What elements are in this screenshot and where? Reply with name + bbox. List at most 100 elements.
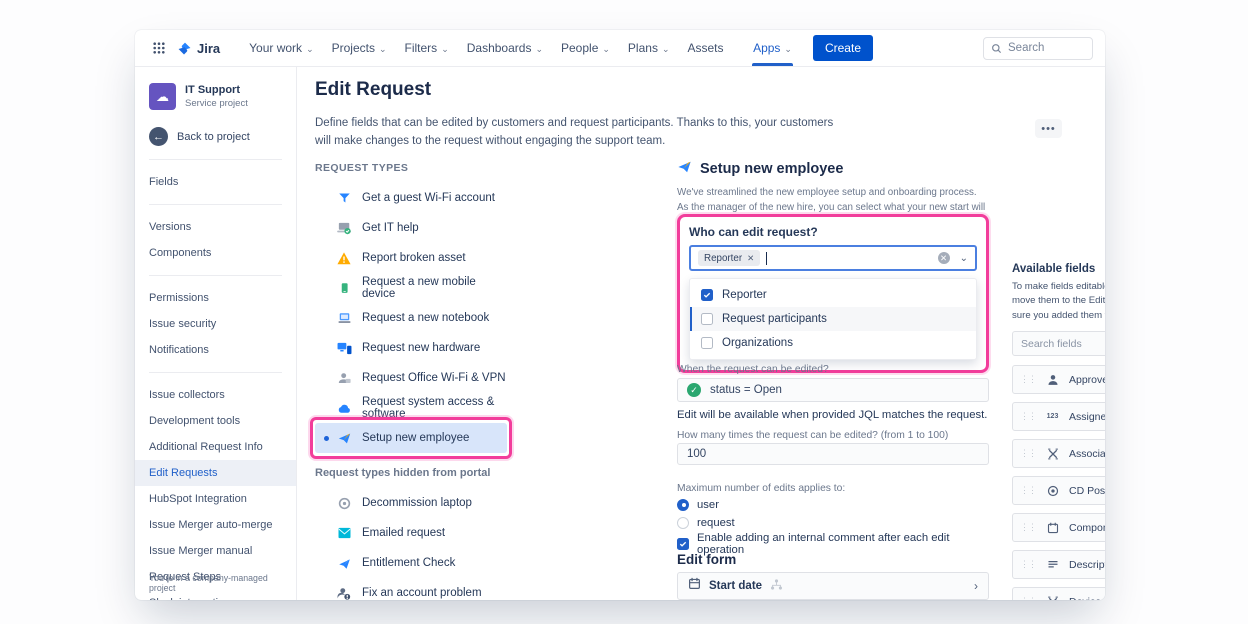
available-field-card[interactable]: ⋮⋮ Associated Laptops: [1012, 439, 1105, 468]
sidebar-item-label: Versions: [149, 221, 191, 233]
available-fields-list: ⋮⋮ Approvers ⋮⋮ 123 Assignee ⋮⋮ Associat…: [1012, 365, 1105, 600]
checkbox-icon[interactable]: [677, 538, 689, 550]
sidebar-item[interactable]: Issue collectors: [135, 382, 296, 408]
request-type-item[interactable]: Report broken asset: [315, 243, 507, 273]
request-type-item[interactable]: Entitlement Check: [315, 548, 507, 578]
sidebar-item[interactable]: [149, 204, 282, 205]
nav-menu-item[interactable]: Apps ⌄: [744, 30, 801, 66]
request-type-item[interactable]: Fix an account problem: [315, 578, 507, 600]
nav-menu-item[interactable]: Assets ⌄: [679, 30, 745, 66]
sidebar-item[interactable]: Issue security: [135, 311, 296, 337]
nav-menu-item[interactable]: Projects ⌄: [323, 30, 396, 66]
app-switcher-icon[interactable]: [153, 42, 165, 54]
sidebar-item[interactable]: [149, 159, 282, 160]
available-field-card[interactable]: ⋮⋮ Components: [1012, 513, 1105, 542]
request-type-item[interactable]: Request a new mobile device: [315, 273, 507, 303]
chevron-down-icon[interactable]: ⌄: [960, 253, 968, 264]
who-can-edit-dropdown: Reporter Request participants Organizati…: [689, 278, 977, 360]
radio-icon[interactable]: [677, 517, 689, 529]
request-type-item[interactable]: Emailed request: [315, 518, 507, 548]
nav-menu-item[interactable]: Filters ⌄: [396, 30, 458, 66]
search-input[interactable]: [1008, 42, 1072, 54]
field-name: Assignee: [1069, 411, 1105, 423]
global-search[interactable]: [983, 37, 1093, 60]
sidebar-item[interactable]: Notifications: [135, 337, 296, 363]
drag-handle-icon[interactable]: ⋮⋮: [1020, 448, 1036, 459]
drag-handle-icon[interactable]: ⋮⋮: [1020, 374, 1036, 385]
edit-form-rows: Start date ›: [677, 572, 989, 600]
sidebar-item[interactable]: Components: [135, 240, 296, 266]
selected-value-chip: Reporter ✕: [698, 250, 760, 266]
sidebar-item[interactable]: [149, 372, 282, 373]
more-actions-button[interactable]: •••: [1035, 119, 1062, 138]
request-type-item[interactable]: Request system access & software: [315, 393, 507, 423]
sidebar-item[interactable]: Fields: [135, 169, 296, 195]
field-type-icon: [1045, 596, 1060, 600]
dropdown-option[interactable]: Request participants: [690, 307, 976, 331]
nav-menu-item[interactable]: People ⌄: [552, 30, 619, 66]
dropdown-option[interactable]: Organizations: [690, 331, 976, 355]
jql-input[interactable]: ✓ status = Open: [677, 378, 989, 402]
option-checkbox[interactable]: [701, 337, 713, 349]
request-type-label: Emailed request: [362, 527, 445, 539]
times-input[interactable]: 100: [677, 443, 989, 465]
radio-icon[interactable]: [677, 499, 689, 511]
radio-option[interactable]: request: [677, 515, 989, 530]
sidebar-item[interactable]: Permissions: [135, 285, 296, 311]
available-field-card[interactable]: ⋮⋮ Approvers: [1012, 365, 1105, 394]
nav-menu-item[interactable]: Plans ⌄: [619, 30, 679, 66]
create-button[interactable]: Create: [813, 35, 873, 61]
available-field-card[interactable]: ⋮⋮ 123 Assignee: [1012, 402, 1105, 431]
project-header[interactable]: ☁ IT Support Service project: [135, 83, 296, 110]
who-can-edit-multiselect[interactable]: Reporter ✕ ✕ ⌄: [689, 245, 977, 271]
available-field-card[interactable]: ⋮⋮ Description: [1012, 550, 1105, 579]
field-name: Approvers: [1069, 374, 1105, 386]
available-field-card[interactable]: ⋮⋮ Device: [1012, 587, 1105, 600]
dropdown-option-label: Reporter: [722, 289, 767, 301]
nav-menu-item-label: Assets: [688, 41, 724, 55]
sidebar-item[interactable]: Edit Requests: [135, 460, 296, 486]
available-field-card[interactable]: ⋮⋮ CD Position: [1012, 476, 1105, 505]
drag-handle-icon[interactable]: ⋮⋮: [1020, 522, 1036, 533]
request-type-item[interactable]: Request a new notebook: [315, 303, 507, 333]
sidebar-item[interactable]: Issue Merger manual: [135, 538, 296, 564]
drag-handle-icon[interactable]: ⋮⋮: [1020, 559, 1036, 570]
sidebar-item[interactable]: Development tools: [135, 408, 296, 434]
chevron-down-icon: ⌄: [662, 44, 670, 55]
clear-icon[interactable]: ✕: [938, 252, 950, 264]
nav-menu-item[interactable]: Your work ⌄: [240, 30, 322, 66]
dropdown-option[interactable]: Reporter: [690, 283, 976, 307]
sidebar-item[interactable]: [149, 275, 282, 276]
page-description: Define fields that can be edited by cust…: [315, 115, 835, 151]
request-type-item[interactable]: Request Office Wi-Fi & VPN: [315, 363, 507, 393]
nav-menu-item[interactable]: Dashboards ⌄: [458, 30, 552, 66]
radio-option[interactable]: user: [677, 497, 989, 512]
option-checkbox[interactable]: [701, 289, 713, 301]
chevron-right-icon[interactable]: ›: [974, 579, 978, 593]
sidebar-item[interactable]: Additional Request Info: [135, 434, 296, 460]
search-fields-input[interactable]: [1012, 331, 1105, 356]
chip-remove-icon[interactable]: ✕: [747, 253, 754, 264]
request-type-item[interactable]: Get IT help: [315, 213, 507, 243]
sidebar-item[interactable]: Issue Merger auto-merge: [135, 512, 296, 538]
request-type-label: Get a guest Wi-Fi account: [362, 192, 495, 204]
radio-label: request: [697, 517, 735, 529]
request-type-icon: [336, 527, 352, 539]
calendar-icon: [688, 577, 701, 595]
sidebar-item[interactable]: HubSpot Integration: [135, 486, 296, 512]
request-type-item[interactable]: Decommission laptop: [315, 488, 507, 518]
request-type-item[interactable]: Get a guest Wi-Fi account: [315, 183, 507, 213]
option-checkbox[interactable]: [701, 313, 713, 325]
sidebar-item[interactable]: Versions: [135, 214, 296, 240]
jira-logo[interactable]: Jira: [177, 41, 220, 56]
drag-handle-icon[interactable]: ⋮⋮: [1020, 485, 1036, 496]
request-type-item[interactable]: Setup new employee: [315, 423, 507, 453]
back-to-project[interactable]: ← Back to project: [135, 127, 296, 146]
available-fields-description: To make fields editable on the Portal, m…: [1012, 280, 1105, 323]
request-type-item[interactable]: Request new hardware: [315, 333, 507, 363]
drag-handle-icon[interactable]: ⋮⋮: [1020, 411, 1036, 422]
drag-handle-icon[interactable]: ⋮⋮: [1020, 596, 1036, 600]
multiselect-text-input[interactable]: [773, 252, 931, 264]
request-type-icon: [336, 497, 352, 510]
edit-form-field-row[interactable]: Start date ›: [677, 572, 989, 600]
